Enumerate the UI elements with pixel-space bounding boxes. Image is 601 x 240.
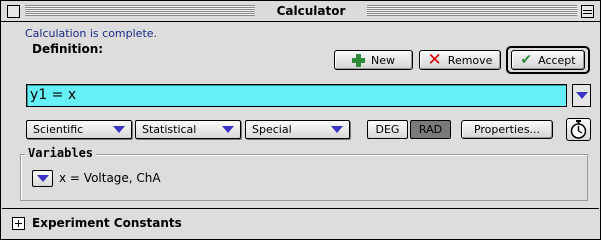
properties-button[interactable]: Properties... <box>461 120 553 139</box>
accept-button-default-ring: ✔ Accept <box>506 46 590 74</box>
rad-button[interactable]: RAD <box>410 120 451 139</box>
triangle-down-icon <box>575 92 588 99</box>
timer-button[interactable] <box>566 118 591 141</box>
triangle-down-icon <box>36 175 49 182</box>
deg-button[interactable]: DEG <box>367 120 408 139</box>
title-bar-stripes <box>367 5 577 16</box>
check-icon: ✔ <box>520 52 533 68</box>
variables-label: Variables <box>25 146 97 160</box>
accept-button[interactable]: ✔ Accept <box>511 50 585 70</box>
special-popup-label: Special <box>252 123 292 136</box>
triangle-down-icon <box>222 126 234 133</box>
calculator-window: Calculator Calculation is complete. Defi… <box>0 0 601 240</box>
window-title: Calculator <box>261 3 361 19</box>
title-bar-stripes <box>25 5 255 16</box>
new-button-label: New <box>371 53 395 67</box>
status-text: Calculation is complete. <box>25 27 158 40</box>
plus-icon <box>352 53 365 67</box>
statistical-popup[interactable]: Statistical <box>135 120 241 139</box>
variable-popup-button[interactable] <box>32 170 53 187</box>
statistical-popup-label: Statistical <box>142 123 197 136</box>
title-bar[interactable]: Calculator <box>1 1 600 22</box>
definition-dropdown-button[interactable] <box>572 84 591 107</box>
new-button[interactable]: New <box>334 50 413 70</box>
remove-button-label: Remove <box>447 53 493 67</box>
variable-item: x = Voltage, ChA <box>59 171 161 185</box>
x-icon: ✕ <box>427 50 442 70</box>
plus-box-icon[interactable] <box>12 217 25 230</box>
accept-button-label: Accept <box>538 53 576 67</box>
experiment-constants-label: Experiment Constants <box>32 216 182 230</box>
special-popup[interactable]: Special <box>245 120 350 139</box>
definition-label: Definition: <box>32 42 104 56</box>
zoom-box-icon[interactable] <box>581 5 594 18</box>
scientific-popup-label: Scientific <box>33 123 84 136</box>
remove-button[interactable]: ✕ Remove <box>419 50 501 70</box>
triangle-down-icon <box>331 126 343 133</box>
close-box-icon[interactable] <box>7 5 20 18</box>
angle-mode-toggle: DEG RAD <box>367 120 451 139</box>
scientific-popup[interactable]: Scientific <box>26 120 132 139</box>
experiment-constants-disclosure[interactable]: Experiment Constants <box>2 209 599 239</box>
triangle-down-icon <box>113 126 125 133</box>
stopwatch-icon <box>570 120 587 139</box>
definition-input[interactable]: y1 = x <box>26 84 567 107</box>
